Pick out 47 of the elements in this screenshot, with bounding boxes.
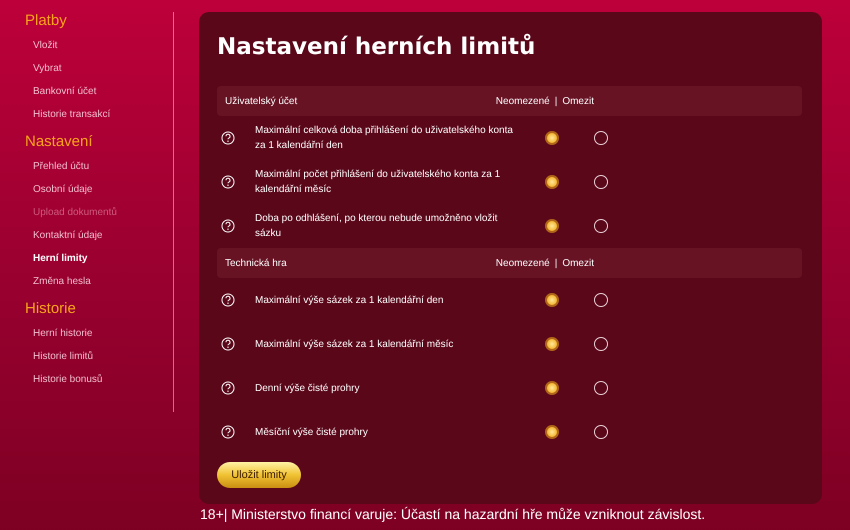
sidebar-item[interactable]: Změna hesla (33, 276, 173, 288)
column-label: Neomezené (496, 258, 550, 268)
sidebar-heading: Platby (25, 12, 68, 30)
limit-label: Doba po odhlášení, po kterou nebude umožněno vložit sázku (255, 212, 498, 241)
sidebar-item[interactable]: Historie transakcí (33, 109, 173, 121)
limit-label: Měsíční výše čisté prohry (255, 426, 369, 440)
limit-label: Maximální celková doba přihlášení do uživatelského konta za 1 kalendářní den (255, 124, 514, 153)
sidebar-item[interactable]: Bankovní účet (33, 86, 173, 98)
sidebar-item[interactable]: Vložit (33, 40, 173, 52)
limit-label: Denní výše čisté prohry (255, 382, 360, 396)
column-label: | (554, 258, 558, 268)
limit-label: Maximální počet přihlášení do uživatelského konta za 1 kalendářní měsíc (255, 168, 502, 197)
limit-label: Maximální výše sázek za 1 kalendářní den (255, 294, 444, 308)
help-icon[interactable] (221, 381, 235, 395)
help-icon[interactable] (221, 425, 235, 439)
column-label: Omezit (562, 96, 594, 106)
sidebar-item[interactable]: Herní limity (33, 253, 173, 265)
sidebar-item[interactable]: Historie bonusů (33, 374, 173, 386)
help-icon[interactable] (221, 293, 235, 307)
sidebar-item[interactable]: Osobní údaje (33, 184, 173, 196)
radio-button[interactable] (545, 175, 559, 189)
sidebar-item[interactable]: Historie limitů (33, 351, 173, 363)
sidebar-heading: Historie (25, 300, 77, 318)
column-label: Neomezené (496, 96, 550, 106)
radio-button[interactable] (545, 425, 559, 439)
sidebar-item[interactable]: Přehled účtu (33, 161, 173, 173)
radio-button[interactable] (545, 131, 559, 145)
column-label: Omezit (562, 258, 594, 268)
limit-label: Maximální výše sázek za 1 kalendářní měsíc (255, 338, 454, 352)
radio-button[interactable] (545, 219, 559, 233)
sidebar-item[interactable]: Vybrat (33, 63, 173, 75)
section-title: Uživatelský účet (225, 96, 298, 106)
help-icon[interactable] (221, 131, 235, 145)
section-title: Technická hra (225, 258, 288, 268)
help-icon[interactable] (221, 337, 235, 351)
help-icon[interactable] (221, 219, 235, 233)
radio-button[interactable] (545, 337, 559, 351)
help-icon[interactable] (221, 175, 235, 189)
radio-button[interactable] (545, 381, 559, 395)
warning-text: 18+| Ministerstvo financí varuje: Účastí na hazardní hře může vzniknout závislost. (199, 505, 706, 522)
page-title: Nastavení herních limitů (217, 32, 536, 62)
column-label: | (554, 96, 558, 106)
sidebar-heading: Nastavení (25, 133, 94, 151)
save-button[interactable]: Uložit limity (217, 462, 301, 488)
sidebar-item[interactable]: Herní historie (33, 328, 173, 340)
radio-button[interactable] (545, 293, 559, 307)
sidebar-item[interactable]: Kontaktní údaje (33, 230, 173, 242)
